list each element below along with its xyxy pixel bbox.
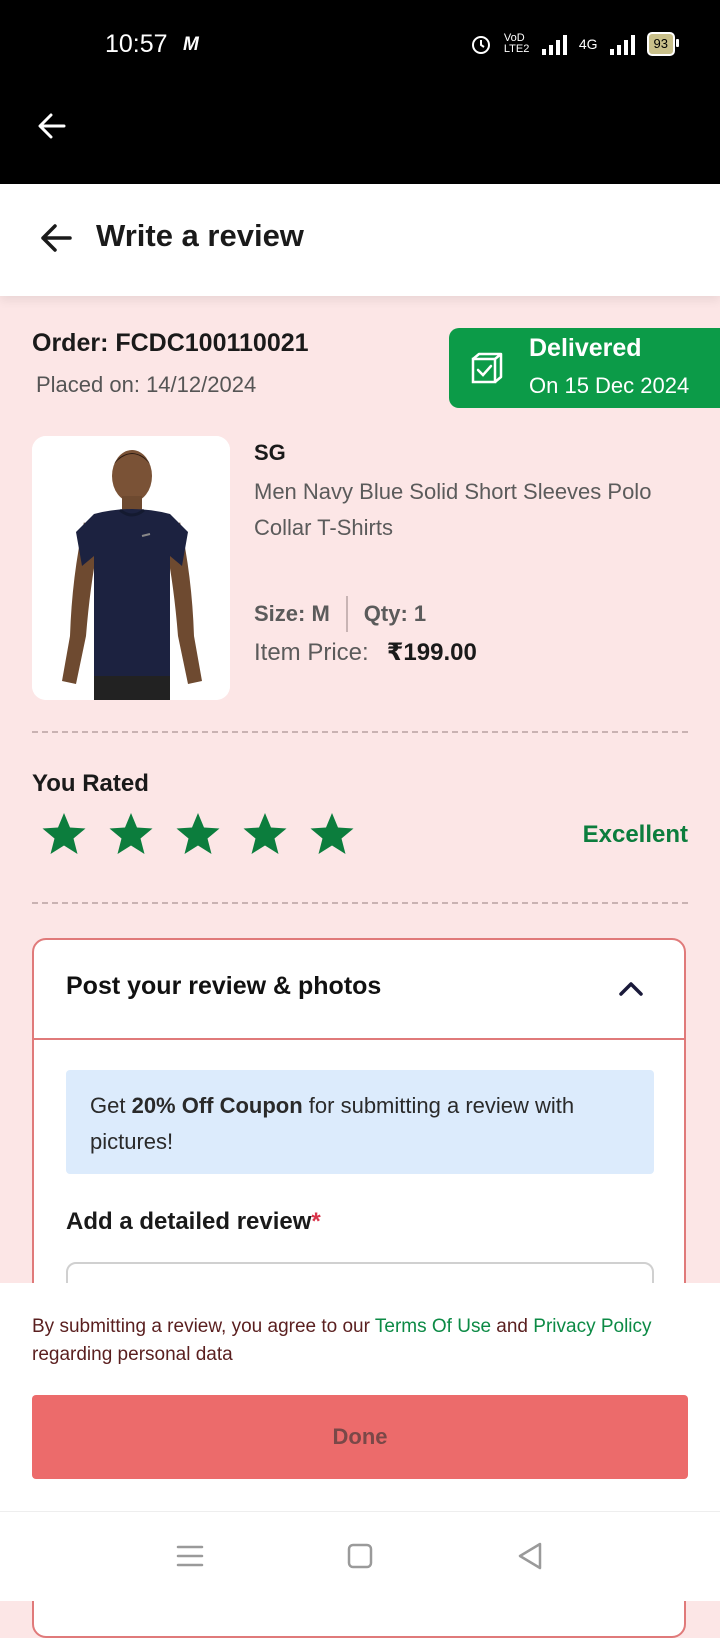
menu-icon[interactable] — [172, 1538, 208, 1574]
product-size: Size: M — [254, 601, 330, 626]
page-header: Write a review — [0, 184, 720, 296]
arrow-left-icon[interactable] — [36, 110, 68, 142]
placed-on-date: Placed on: 14/12/2024 — [36, 372, 257, 397]
status-bar: 10:57 M VoD LTE2 4G 93 — [0, 0, 720, 184]
carrier-badge-icon: M — [183, 34, 199, 55]
network-type-label: 4G — [578, 36, 598, 52]
status-time: 10:57 — [105, 30, 168, 58]
product-image — [32, 436, 230, 700]
chevron-up-icon[interactable] — [618, 976, 644, 1002]
coupon-prefix: Get — [90, 1093, 132, 1118]
you-rated-label: You Rated — [32, 770, 149, 797]
product-name: Men Navy Blue Solid Short Sleeves Polo C… — [254, 479, 652, 540]
delivered-status: Delivered — [529, 334, 642, 362]
star-icon[interactable] — [241, 810, 289, 858]
star-icon[interactable] — [308, 810, 356, 858]
divider — [345, 596, 348, 632]
status-icons: VoD LTE2 4G 93 — [470, 32, 680, 56]
home-square-icon[interactable] — [342, 1538, 378, 1574]
price-label: Item Price: — [254, 639, 369, 666]
delivered-badge: Delivered On 15 Dec 2024 — [449, 328, 720, 408]
delivered-box-icon — [471, 352, 503, 384]
required-asterisk: * — [311, 1208, 321, 1235]
star-rating[interactable] — [40, 810, 356, 858]
coupon-banner: Get 20% Off Coupon for submitting a revi… — [66, 1070, 654, 1174]
star-icon[interactable] — [174, 810, 222, 858]
back-arrow-icon[interactable] — [38, 220, 74, 256]
divider — [32, 902, 688, 904]
product-brand: SG — [254, 440, 286, 465]
price-row: Item Price: ₹199.00 — [254, 638, 477, 667]
delivered-date: On 15 Dec 2024 — [529, 373, 690, 398]
terms-prefix: By submitting a review, you agree to our — [32, 1316, 375, 1337]
star-icon[interactable] — [40, 810, 88, 858]
alarm-icon — [471, 36, 490, 54]
detailed-review-text: Add a detailed review — [66, 1208, 312, 1235]
back-triangle-icon[interactable] — [512, 1538, 548, 1574]
terms-and: and — [491, 1316, 534, 1337]
battery-icon: 93 — [646, 32, 680, 56]
review-card-title: Post your review & photos — [66, 972, 382, 1000]
terms-text: By submitting a review, you agree to our… — [32, 1313, 688, 1369]
order-number: Order: FCDC100110021 — [32, 329, 309, 357]
coupon-highlight: 20% Off Coupon — [131, 1093, 303, 1118]
product-photo-illustration — [32, 436, 230, 700]
footer-panel: By submitting a review, you agree to our… — [0, 1283, 720, 1511]
privacy-policy-link[interactable]: Privacy Policy — [533, 1316, 651, 1337]
product-qty: Qty: 1 — [363, 601, 427, 626]
size-qty-row: Size: M Qty: 1 — [254, 596, 426, 632]
star-icon[interactable] — [107, 810, 155, 858]
rating-text: Excellent — [582, 821, 688, 848]
page-title: Write a review — [96, 218, 304, 253]
done-button[interactable]: Done — [32, 1395, 688, 1479]
terms-of-use-link[interactable]: Terms Of Use — [375, 1316, 491, 1337]
price-value: ₹199.00 — [386, 639, 477, 666]
volte-label: VoD LTE2 — [503, 32, 530, 55]
divider — [32, 731, 688, 733]
review-card-header[interactable]: Post your review & photos — [34, 940, 684, 1040]
signal-2-icon — [609, 33, 635, 55]
terms-suffix: regarding personal data — [32, 1344, 233, 1365]
signal-icon — [541, 33, 567, 55]
detailed-review-label: Add a detailed review* — [66, 1208, 321, 1236]
system-nav-bar — [0, 1511, 720, 1601]
